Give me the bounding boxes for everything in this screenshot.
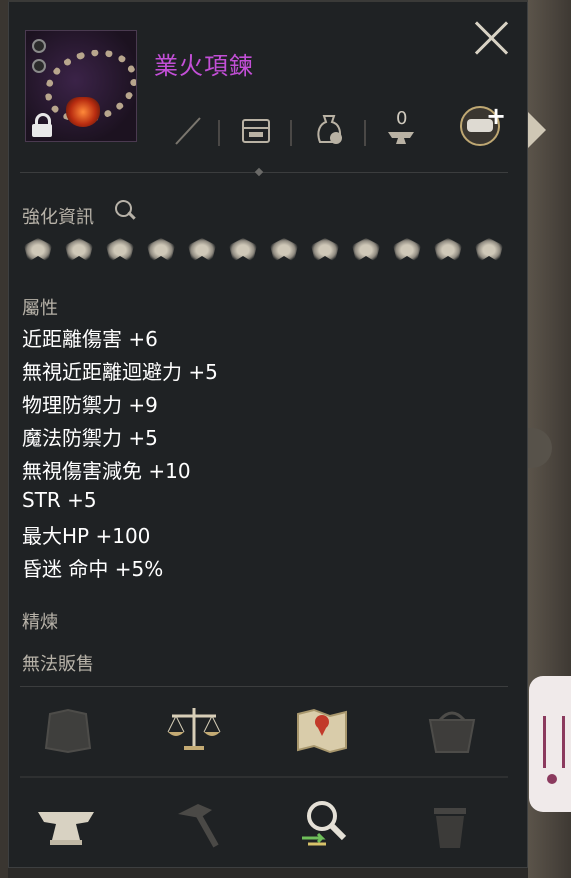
dragon-crest-icon[interactable] xyxy=(22,236,54,264)
lock-icon[interactable] xyxy=(31,113,53,137)
stat-line: 無視近距離迴避力 +5 xyxy=(22,360,218,384)
stat-line: STR +5 xyxy=(22,488,97,512)
stat-line: 近距離傷害 +6 xyxy=(22,327,158,351)
unsellable-label: 無法販售 xyxy=(22,654,94,675)
wing-crest-icon[interactable] xyxy=(186,236,218,264)
chat-add-button[interactable]: + xyxy=(460,102,506,146)
stat-line: 最大HP +100 xyxy=(22,524,151,548)
stat-line: 魔法防禦力 +5 xyxy=(22,426,158,450)
toolbar-separator xyxy=(364,120,366,146)
flower-crest-icon[interactable] xyxy=(309,236,341,264)
map-icon[interactable] xyxy=(292,704,352,754)
search-exchange-icon[interactable] xyxy=(296,798,356,848)
enhance-emblems xyxy=(22,236,505,264)
eagle-crest-icon[interactable] xyxy=(391,236,423,264)
hammer-icon[interactable] xyxy=(168,800,228,850)
stat-line: 物理防禦力 +9 xyxy=(22,393,158,417)
attributes-label: 屬性 xyxy=(22,298,58,319)
background-left xyxy=(0,0,8,878)
beast-crest-icon[interactable] xyxy=(104,236,136,264)
bag-icon[interactable] xyxy=(312,112,348,148)
actions-divider xyxy=(20,686,508,687)
zoom-icon[interactable] xyxy=(115,200,137,222)
sword-icon[interactable] xyxy=(170,112,206,148)
grip-dot-icon xyxy=(547,774,557,784)
slot-dot-icon xyxy=(32,59,46,73)
necklace-pendant-icon xyxy=(66,97,100,127)
scale-icon[interactable] xyxy=(164,704,224,754)
toolbar-separator xyxy=(218,120,220,146)
item-name: 業火項鍊 xyxy=(154,52,254,80)
storage-icon[interactable] xyxy=(38,706,98,756)
expand-arrow-icon[interactable] xyxy=(528,112,546,148)
wolf-crest-icon[interactable] xyxy=(350,236,382,264)
side-pull-tab[interactable] xyxy=(529,676,571,812)
header-divider xyxy=(20,172,508,173)
enhance-label: 強化資訊 xyxy=(22,207,94,228)
toolbar-separator xyxy=(290,120,292,146)
feather-crest-icon[interactable] xyxy=(473,236,505,264)
chest-icon[interactable] xyxy=(238,112,274,148)
anvil-icon[interactable] xyxy=(36,800,96,850)
anvil-count-icon[interactable] xyxy=(384,112,420,148)
close-icon[interactable] xyxy=(472,18,512,56)
pillar-crest-icon[interactable] xyxy=(63,236,95,264)
bottom-edge xyxy=(8,868,528,878)
slot-dot-icon xyxy=(32,39,46,53)
grip-lines-icon xyxy=(543,716,565,768)
claw-crest-icon[interactable] xyxy=(145,236,177,264)
cross-swords-crest-icon[interactable] xyxy=(268,236,300,264)
stat-line: 無視傷害減免 +10 xyxy=(22,459,191,483)
plus-icon: + xyxy=(486,102,507,130)
panel-top-edge xyxy=(8,0,528,2)
bottom-divider xyxy=(20,776,508,778)
blade-crest-icon[interactable] xyxy=(227,236,259,264)
eye-crest-icon[interactable] xyxy=(432,236,464,264)
item-image xyxy=(25,30,137,142)
stat-line: 昏迷 命中 +5% xyxy=(22,557,164,581)
refine-label: 精煉 xyxy=(22,612,58,633)
basket-icon[interactable] xyxy=(422,706,482,756)
trash-icon[interactable] xyxy=(420,800,480,850)
